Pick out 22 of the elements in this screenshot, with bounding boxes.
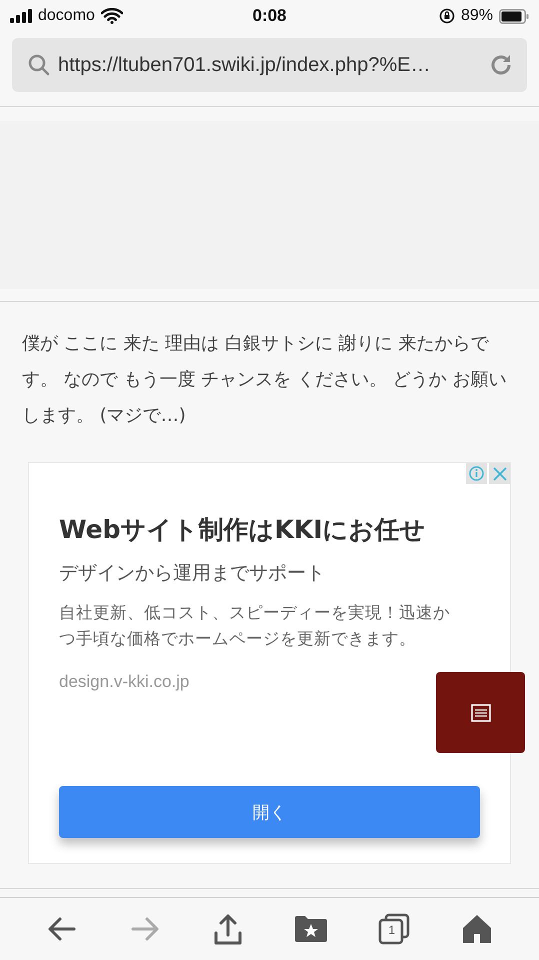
clock-time: 0:08 (252, 6, 287, 26)
floating-menu-button[interactable] (436, 672, 525, 753)
rotation-lock-icon (438, 8, 455, 24)
wifi-icon (100, 8, 123, 24)
tabs-icon (378, 913, 410, 945)
home-icon (462, 914, 492, 944)
ad-subtitle: デザインから運用までサポート (59, 561, 326, 586)
reload-icon[interactable] (489, 53, 513, 77)
ad-title: Webサイト制作はKKIにお任せ (59, 514, 427, 546)
battery-percent: 89% (460, 7, 493, 25)
star-folder-icon (295, 915, 328, 943)
search-icon (28, 54, 50, 76)
address-bar[interactable]: https://ltuben701.swiki.jp/index.php?%E… (12, 38, 527, 92)
carrier-name: docomo (38, 7, 95, 25)
article-text: 僕が ここに 来た 理由は 白銀サトシに 謝りに 来たからです。 なので もう一度 チャンスを ください。 どうか お願いします。 (マジで…) (22, 332, 508, 428)
list-icon (470, 702, 490, 722)
battery-icon (499, 8, 529, 24)
signal-icon (10, 9, 32, 23)
share-icon (212, 913, 243, 945)
tabs-button[interactable]: 1 (376, 911, 412, 947)
ad-domain: design.v-kki.co.jp (59, 672, 190, 692)
ad-description: 自社更新、低コスト、スピーディーを実現！迅速かつ手頃な価格でホームページを更新できます。 (59, 602, 451, 650)
